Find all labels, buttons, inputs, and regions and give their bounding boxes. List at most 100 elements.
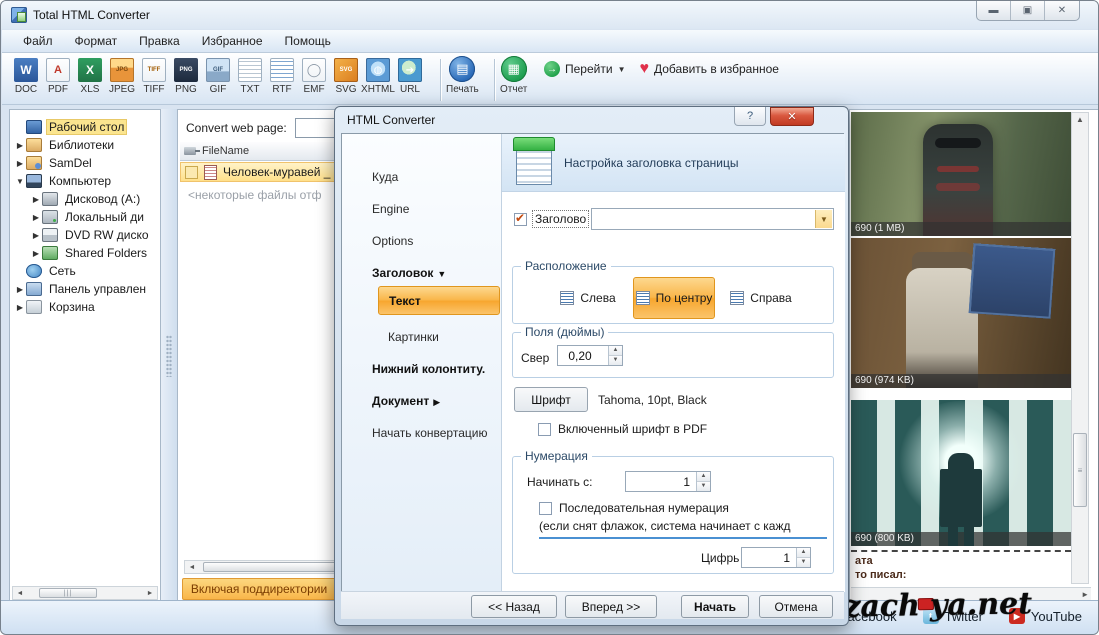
spin-up-icon[interactable]: ▲ xyxy=(697,472,710,482)
expander-collapsed-icon[interactable]: ▶ xyxy=(30,213,42,222)
scrollbar-thumb[interactable]: ||| xyxy=(39,588,97,598)
tree-item-4[interactable]: ▶Дисковод (A:) xyxy=(10,190,160,208)
dialog-nav-item-5[interactable]: Картинки xyxy=(342,330,501,344)
format-pdf-button[interactable]: PDF xyxy=(42,56,74,102)
spin-up-icon[interactable]: ▲ xyxy=(609,346,622,356)
spinner-arrows[interactable]: ▲▼ xyxy=(608,346,622,365)
report-button[interactable]: ▦ Отчет xyxy=(500,56,527,95)
header-text-combobox[interactable]: ▼ xyxy=(591,208,834,230)
print-button[interactable]: ▤ Печать xyxy=(446,56,479,95)
format-emf-button[interactable]: EMF xyxy=(298,56,330,102)
header-checkbox-label[interactable]: Заголово xyxy=(532,210,589,228)
expander-collapsed-icon[interactable]: ▶ xyxy=(30,195,42,204)
preview-horizontal-scrollbar[interactable]: ► xyxy=(851,587,1091,600)
sequential-numbering-checkbox[interactable] xyxy=(539,502,552,515)
format-xhtml-button[interactable]: XHTML xyxy=(362,56,394,102)
scroll-right-icon[interactable]: ► xyxy=(1081,590,1089,599)
dropdown-arrow-icon[interactable]: ▼ xyxy=(815,210,832,228)
forward-button[interactable]: Вперед >> xyxy=(565,595,657,618)
expander-collapsed-icon[interactable]: ▶ xyxy=(30,231,42,240)
preview-vertical-scrollbar[interactable]: ▲ ≡ xyxy=(1071,112,1089,584)
spin-down-icon[interactable]: ▼ xyxy=(697,482,710,491)
start-from-spinner[interactable]: 1 ▲▼ xyxy=(625,471,711,492)
format-svg-button[interactable]: SVG xyxy=(330,56,362,102)
tree-item-1[interactable]: ▶Библиотеки xyxy=(10,136,160,154)
format-tiff-button[interactable]: TIFF xyxy=(138,56,170,102)
format-url-button[interactable]: URL xyxy=(394,56,426,102)
scroll-left-icon[interactable]: ◄ xyxy=(185,564,199,571)
format-jpeg-button[interactable]: JPEG xyxy=(106,56,138,102)
dialog-nav-item-2[interactable]: Options xyxy=(342,234,501,248)
expander-collapsed-icon[interactable]: ▶ xyxy=(14,303,26,312)
format-xls-button[interactable]: XLS xyxy=(74,56,106,102)
menu-item-3[interactable]: Избранное xyxy=(191,31,274,51)
menu-item-0[interactable]: Файл xyxy=(12,31,64,51)
menu-item-1[interactable]: Формат xyxy=(64,31,129,51)
maximize-button[interactable]: ▣ xyxy=(1011,1,1045,20)
menu-item-4[interactable]: Помощь xyxy=(274,31,342,51)
spinner-arrows[interactable]: ▲▼ xyxy=(696,472,710,491)
expander-collapsed-icon[interactable]: ▶ xyxy=(30,249,42,258)
font-button[interactable]: Шрифт xyxy=(514,387,588,412)
format-png-button[interactable]: PNG xyxy=(170,56,202,102)
dialog-nav-item-7[interactable]: Документ▶ xyxy=(342,394,501,408)
spin-down-icon[interactable]: ▼ xyxy=(797,558,810,567)
tree-item-6[interactable]: ▶DVD RW диско xyxy=(10,226,160,244)
tree-item-8[interactable]: Сеть xyxy=(10,262,160,280)
tree-item-10[interactable]: ▶Корзина xyxy=(10,298,160,316)
tree-item-5[interactable]: ▶Локальный ди xyxy=(10,208,160,226)
dialog-nav-item-6[interactable]: Нижний колонтиту. xyxy=(342,362,501,376)
tree-item-2[interactable]: ▶SamDel xyxy=(10,154,160,172)
close-button[interactable]: ✕ xyxy=(1045,1,1079,20)
dialog-nav-item-8[interactable]: Начать конвертацию xyxy=(342,426,501,440)
expander-expanded-icon[interactable]: ▼ xyxy=(14,177,26,186)
header-enabled-checkbox[interactable] xyxy=(514,213,527,226)
tree-item-7[interactable]: ▶Shared Folders xyxy=(10,244,160,262)
sequential-numbering-label[interactable]: Последовательная нумерация xyxy=(559,501,729,515)
expander-collapsed-icon[interactable]: ▶ xyxy=(14,159,26,168)
expander-collapsed-icon[interactable]: ▶ xyxy=(14,285,26,294)
file-checkbox[interactable] xyxy=(185,166,198,179)
help-button[interactable]: ? xyxy=(734,107,766,126)
filename-column-header[interactable]: FileName xyxy=(202,145,249,157)
dialog-nav-item-4[interactable]: Текст xyxy=(378,286,500,315)
video-thumbnail-man-with-blueprint[interactable]: 690 (974 KB) xyxy=(851,238,1071,388)
format-txt-button[interactable]: TXT xyxy=(234,56,266,102)
dialog-nav-item-3[interactable]: Заголовок▼ xyxy=(342,266,501,280)
video-thumbnail-falcon-outdoors[interactable]: 690 (1 MB) xyxy=(851,112,1071,236)
youtube-link[interactable]: ▶YouTube xyxy=(1009,608,1082,624)
close-button[interactable]: ✕ xyxy=(770,107,814,126)
cancel-button[interactable]: Отмена xyxy=(759,595,833,618)
back-button[interactable]: << Назад xyxy=(471,595,557,618)
spin-up-icon[interactable]: ▲ xyxy=(797,548,810,558)
embed-font-label[interactable]: Включенный шрифт в PDF xyxy=(558,422,707,436)
format-rtf-button[interactable]: RTF xyxy=(266,56,298,102)
position-option-right[interactable]: Справа xyxy=(721,285,801,311)
panel-splitter[interactable] xyxy=(161,109,177,603)
dialog-nav-item-1[interactable]: Engine xyxy=(342,202,501,216)
expander-collapsed-icon[interactable]: ▶ xyxy=(14,141,26,150)
include-subdirectories-button[interactable]: Включая поддиректории xyxy=(182,578,336,600)
digits-spinner[interactable]: 1 ▲▼ xyxy=(741,547,811,568)
format-doc-button[interactable]: DOC xyxy=(10,56,42,102)
format-gif-button[interactable]: GIF xyxy=(202,56,234,102)
menu-item-2[interactable]: Правка xyxy=(128,31,191,51)
minimize-button[interactable]: ▬ xyxy=(977,1,1011,20)
tree-horizontal-scrollbar[interactable]: ◄ ||| ► xyxy=(12,586,158,600)
tree-item-9[interactable]: ▶Панель управлен xyxy=(10,280,160,298)
spin-down-icon[interactable]: ▼ xyxy=(609,356,622,365)
scrollbar-thumb[interactable]: ≡ xyxy=(1073,433,1087,507)
position-option-center[interactable]: По центру xyxy=(633,277,715,319)
scroll-left-icon[interactable]: ◄ xyxy=(13,590,27,597)
scroll-right-icon[interactable]: ► xyxy=(143,590,157,597)
dialog-nav-item-0[interactable]: Куда xyxy=(342,170,501,184)
tree-item-3[interactable]: ▼Компьютер xyxy=(10,172,160,190)
start-button[interactable]: Начать xyxy=(681,595,749,618)
margin-top-spinner[interactable]: 0,20 ▲▼ xyxy=(557,345,623,366)
go-button[interactable]: → Перейти ▼ xyxy=(540,59,629,79)
embed-font-checkbox[interactable] xyxy=(538,423,551,436)
position-option-left[interactable]: Слева xyxy=(548,285,628,311)
add-favorite-button[interactable]: ♥ Добавить в избранное xyxy=(635,60,782,78)
tree-item-0[interactable]: Рабочий стол xyxy=(10,118,160,136)
spinner-arrows[interactable]: ▲▼ xyxy=(796,548,810,567)
